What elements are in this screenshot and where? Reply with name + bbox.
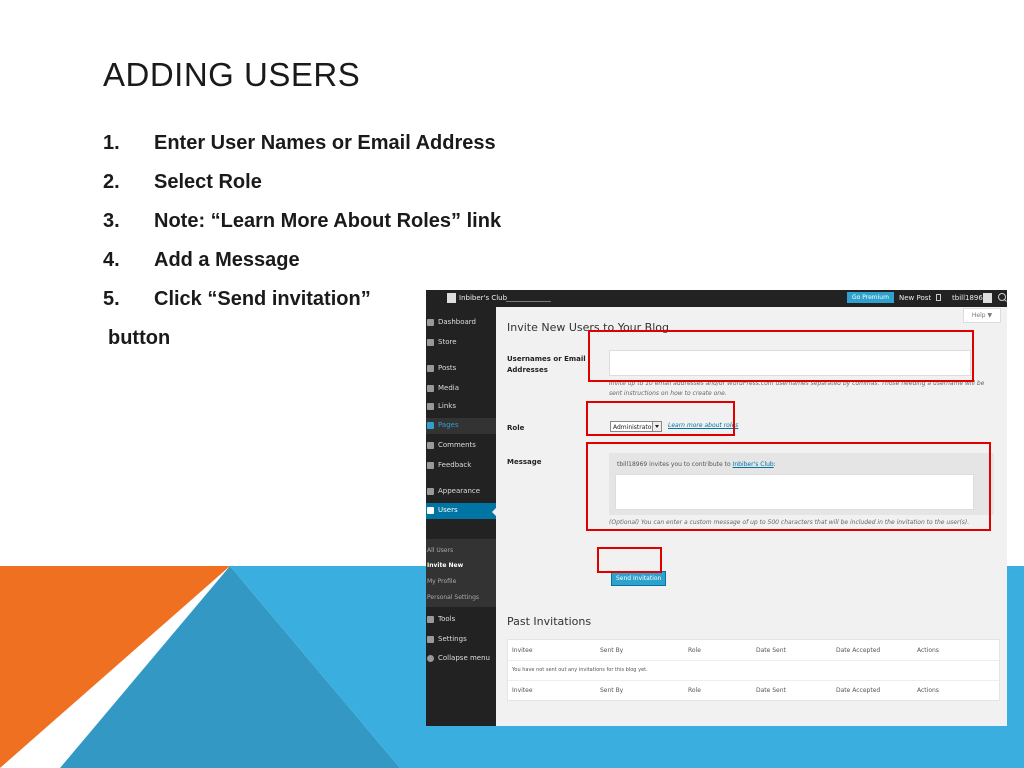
- empty-table-message: You have not sent out any invitations fo…: [512, 667, 648, 673]
- pin-icon: [427, 365, 434, 372]
- table-header-row: Invitee Sent By Role Date Sent Date Acce…: [508, 640, 999, 661]
- role-label: Role: [507, 424, 525, 432]
- send-invitation-button[interactable]: Send Invitation: [611, 571, 667, 586]
- sidebar-item-appearance[interactable]: Appearance: [426, 484, 496, 500]
- sidebar-item-media[interactable]: Media: [426, 381, 496, 397]
- past-invitations-table: Invitee Sent By Role Date Sent Date Acce…: [507, 639, 1000, 701]
- settings-icon: [427, 636, 434, 643]
- sidebar-item-feedback[interactable]: Feedback: [426, 458, 496, 474]
- table-footer-row: Invitee Sent By Role Date Sent Date Acce…: [512, 687, 939, 694]
- link-icon: [427, 403, 434, 410]
- sidebar-item-links[interactable]: Links: [426, 399, 496, 415]
- table-row: You have not sent out any invitations fo…: [508, 660, 999, 681]
- new-post-link[interactable]: New Post: [899, 294, 931, 302]
- sidebar-item-store[interactable]: Store: [426, 335, 496, 351]
- submenu-item-all-users[interactable]: All Users: [427, 547, 453, 554]
- sidebar-item-settings[interactable]: Settings: [426, 632, 496, 648]
- comment-icon[interactable]: [936, 294, 941, 301]
- admin-bar-divider: [506, 301, 551, 302]
- sidebar-item-dashboard[interactable]: Dashboard: [426, 315, 496, 331]
- sidebar-item-comments[interactable]: Comments: [426, 438, 496, 454]
- user-name-link[interactable]: tbill18969: [952, 294, 987, 302]
- comment-icon: [427, 442, 434, 449]
- admin-bar: Inbiber's Club Go Premium New Post tbill…: [426, 290, 1007, 307]
- users-submenu: All Users Invite New My Profile Personal…: [426, 539, 496, 607]
- wrench-icon: [427, 616, 434, 623]
- site-icon[interactable]: [447, 293, 456, 303]
- sidebar-item-tools[interactable]: Tools: [426, 612, 496, 628]
- brush-icon: [427, 488, 434, 495]
- submenu-item-invite-new[interactable]: Invite New: [427, 562, 463, 569]
- highlight-message: [586, 442, 991, 531]
- usernames-label: Usernames or Email Addresses: [507, 355, 586, 374]
- message-label: Message: [507, 458, 542, 466]
- wordpress-screenshot: Inbiber's Club Go Premium New Post tbill…: [426, 290, 1007, 726]
- media-icon: [427, 385, 434, 392]
- site-name-link[interactable]: Inbiber's Club: [459, 294, 507, 302]
- avatar[interactable]: [983, 293, 992, 303]
- cart-icon: [427, 339, 434, 346]
- highlight-send-button: [597, 547, 662, 573]
- collapse-icon: [427, 655, 434, 662]
- submenu-item-personal-settings[interactable]: Personal Settings: [427, 594, 479, 601]
- highlight-role: [586, 401, 735, 436]
- go-premium-button[interactable]: Go Premium: [847, 292, 894, 303]
- sidebar-item-collapse[interactable]: Collapse menu: [426, 651, 496, 667]
- user-icon: [427, 507, 434, 514]
- feedback-icon: [427, 462, 434, 469]
- sidebar-item-posts[interactable]: Posts: [426, 361, 496, 377]
- slide-title: ADDING USERS: [103, 56, 361, 93]
- highlight-usernames: [588, 330, 974, 382]
- dashboard-icon: [427, 319, 434, 326]
- past-invitations-heading: Past Invitations: [507, 615, 592, 628]
- submenu-item-my-profile[interactable]: My Profile: [427, 578, 456, 585]
- usernames-description: Invite up to 10 email addresses and/or W…: [609, 380, 985, 397]
- search-icon[interactable]: [998, 293, 1006, 301]
- admin-sidebar: Dashboard Store Posts Media Links Pages …: [426, 307, 497, 726]
- sidebar-item-users[interactable]: Users: [426, 503, 497, 519]
- step-5-continuation: button: [108, 327, 171, 349]
- sidebar-item-pages[interactable]: Pages: [426, 418, 496, 434]
- page-icon: [427, 422, 434, 429]
